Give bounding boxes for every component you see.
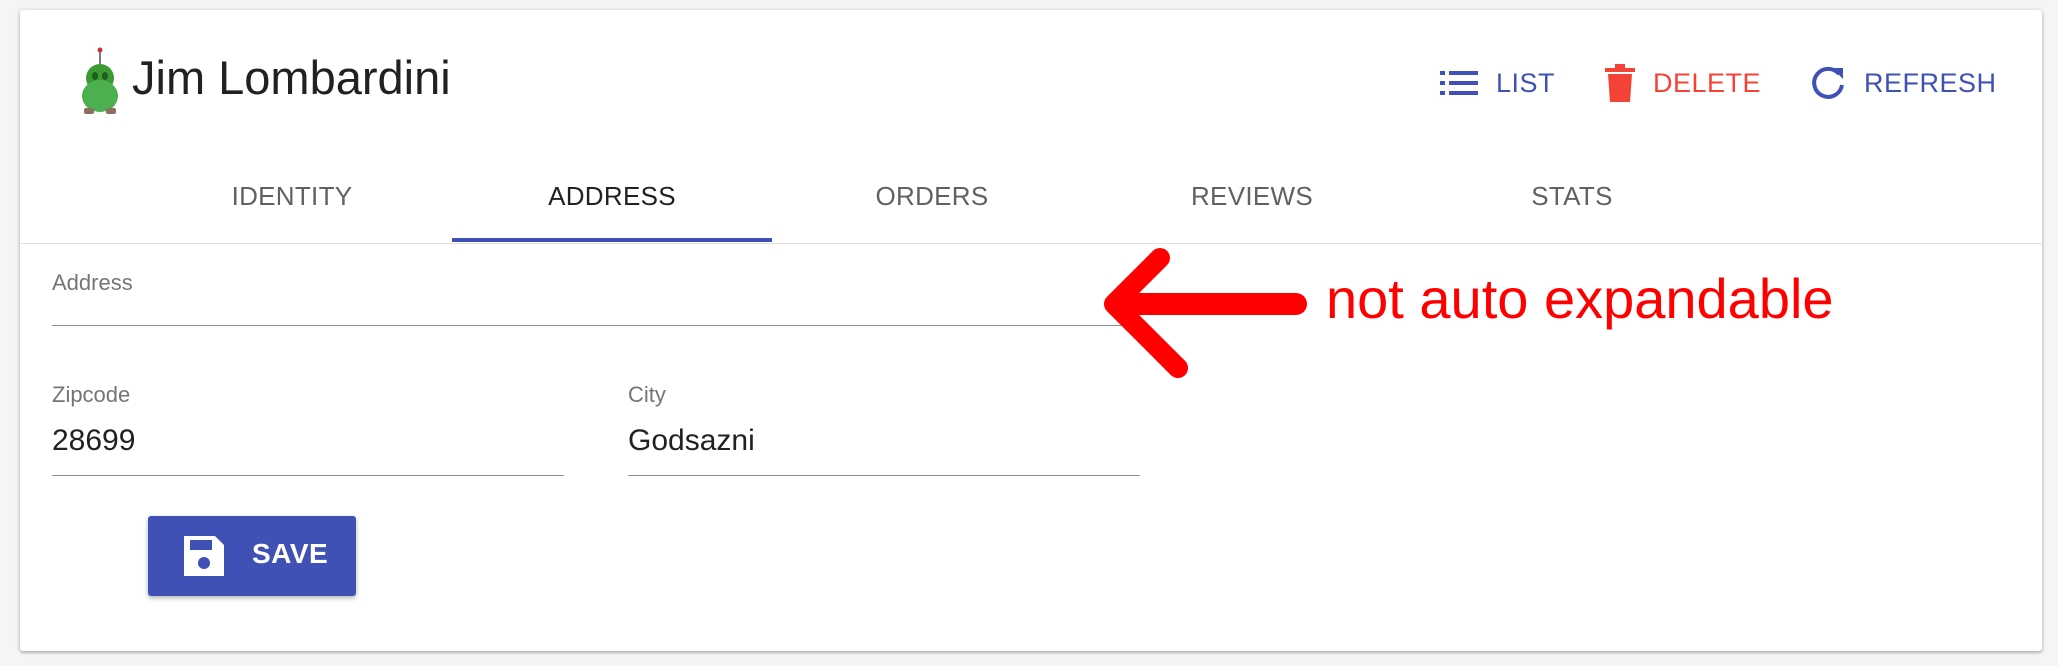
page-title: Jim Lombardini: [132, 51, 451, 104]
delete-button[interactable]: DELETE: [1605, 60, 1761, 106]
trash-icon: [1605, 64, 1635, 102]
city-underline: [628, 475, 1140, 476]
address-underline: [52, 325, 1144, 326]
zipcode-field[interactable]: Zipcode 28699: [52, 382, 564, 476]
zipcode-label: Zipcode: [52, 382, 131, 407]
save-button-label: SAVE: [252, 538, 329, 569]
annotation-text: not auto expandable: [1326, 267, 1834, 330]
tab-address[interactable]: ADDRESS: [452, 150, 772, 243]
address-field[interactable]: Address: [52, 270, 1144, 326]
tab-reviews[interactable]: REVIEWS: [1092, 150, 1412, 243]
tab-identity[interactable]: IDENTITY: [132, 150, 452, 243]
zipcode-value: 28699: [52, 424, 136, 457]
card-header: Jim Lombardini LIST DELETE REFRESH: [20, 10, 2042, 150]
city-label: City: [628, 382, 666, 407]
avatar: [76, 46, 124, 118]
save-button[interactable]: SAVE: [148, 516, 356, 596]
list-button-label: LIST: [1496, 67, 1556, 98]
zipcode-underline: [52, 475, 564, 476]
city-value: Godsazni: [628, 424, 755, 457]
refresh-icon: [1812, 66, 1844, 99]
tab-orders[interactable]: ORDERS: [772, 150, 1092, 243]
tab-stats[interactable]: STATS: [1412, 150, 1732, 243]
floppy-disk-icon: [184, 536, 224, 576]
refresh-button[interactable]: REFRESH: [1810, 60, 1997, 106]
tab-bar: IDENTITY ADDRESS ORDERS REVIEWS STATS: [20, 150, 2042, 244]
refresh-button-label: REFRESH: [1864, 67, 1997, 98]
red-arrow-annotation: [1104, 248, 1307, 378]
active-tab-indicator: [452, 238, 772, 242]
list-button[interactable]: LIST: [1440, 60, 1555, 106]
city-field[interactable]: City Godsazni: [628, 382, 1140, 476]
address-label: Address: [52, 270, 133, 295]
delete-button-label: DELETE: [1653, 67, 1762, 98]
list-icon: [1440, 71, 1478, 95]
